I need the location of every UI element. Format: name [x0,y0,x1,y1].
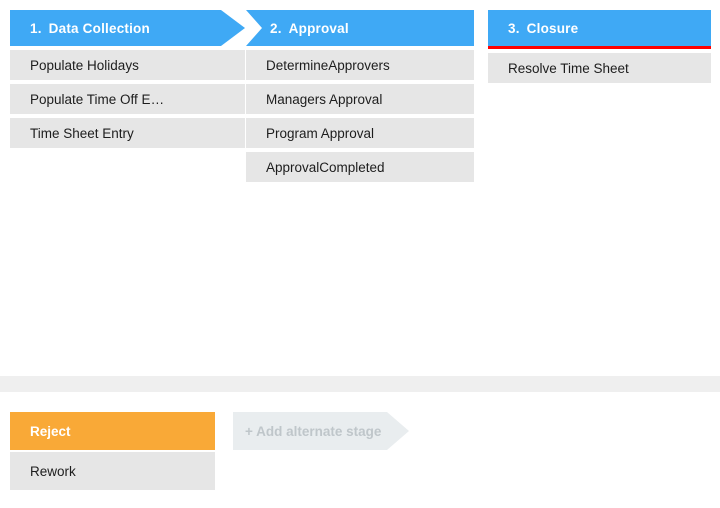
stage-title-3: Closure [526,20,579,36]
section-divider [0,376,720,392]
stage-item[interactable]: DetermineApprovers [246,50,474,80]
stage-item-list-1: Populate Holidays Populate Time Off E… T… [10,50,245,148]
stage-title-2: Approval [288,20,349,36]
stage-header-approval[interactable]: 2. Approval [246,10,474,46]
alternate-stage-list: Reject Rework [10,412,215,492]
stage-column-2: 2. Approval DetermineApprovers Managers … [246,10,474,186]
stage-item[interactable]: Resolve Time Sheet [488,53,711,83]
alternate-stage-rework[interactable]: Rework [10,452,215,490]
stage-item-list-2: DetermineApprovers Managers Approval Pro… [246,50,474,182]
stage-header-data-collection[interactable]: 1. Data Collection [10,10,245,46]
stage-column-3: 3. Closure Resolve Time Sheet [488,10,711,87]
stage-title-1: Data Collection [48,20,150,36]
stage-number-2: 2. [270,20,282,36]
stage-column-1: 1. Data Collection Populate Holidays Pop… [10,10,245,152]
stage-item[interactable]: Populate Time Off E… [10,84,245,114]
stage-item[interactable]: ApprovalCompleted [246,152,474,182]
stage-item[interactable]: Time Sheet Entry [10,118,245,148]
stage-number-3: 3. [508,20,520,36]
stage-item[interactable]: Populate Holidays [10,50,245,80]
stage-item[interactable]: Program Approval [246,118,474,148]
pipeline-canvas: 1. Data Collection Populate Holidays Pop… [0,0,720,508]
stage-item-list-3: Resolve Time Sheet [488,53,711,83]
stage-number-1: 1. [30,20,42,36]
closure-selected-indicator [488,46,711,49]
alternate-stage-reject[interactable]: Reject [10,412,215,450]
stage-header-closure[interactable]: 3. Closure [488,10,711,46]
add-alternate-stage-button[interactable]: + Add alternate stage [233,412,409,450]
stage-item[interactable]: Managers Approval [246,84,474,114]
